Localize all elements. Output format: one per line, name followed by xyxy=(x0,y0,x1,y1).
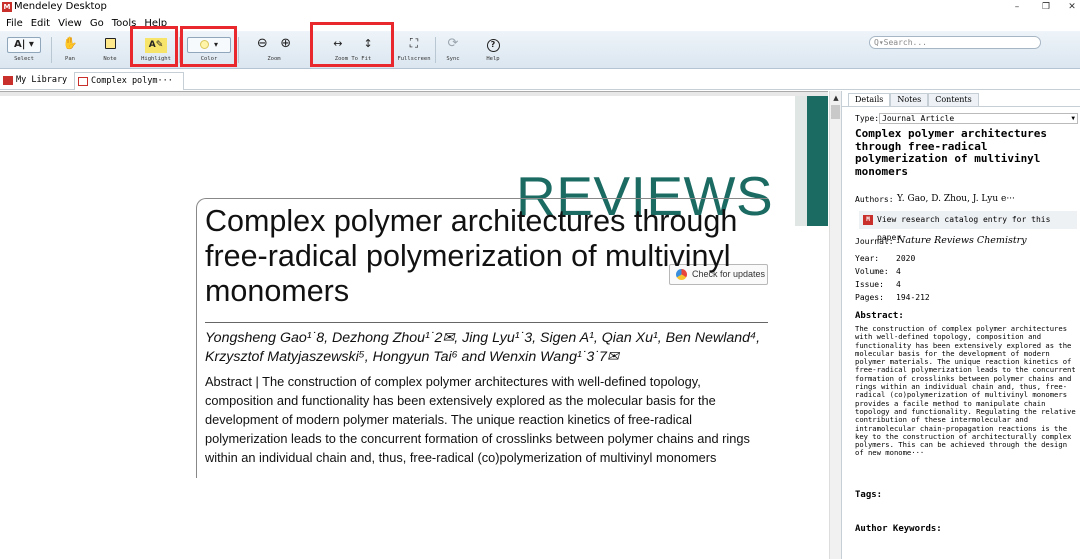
window-title: Mendeley Desktop xyxy=(14,1,107,12)
fullscreen-button[interactable]: ⛶ Fullscreen xyxy=(396,35,432,65)
search-input[interactable]: Q▾Search... xyxy=(869,36,1041,49)
toolbar-separator xyxy=(51,37,52,63)
details-title[interactable]: Complex polymer architectures through fr… xyxy=(855,127,1077,178)
tab-details[interactable]: Details xyxy=(848,93,891,106)
type-select[interactable]: Journal Article ▼ xyxy=(879,113,1078,124)
pages-label: Pages: xyxy=(855,293,884,302)
mendeley-logo-icon: M xyxy=(863,215,873,225)
volume-value[interactable]: 4 xyxy=(896,267,901,276)
abstract-value[interactable]: The construction of complex polymer arch… xyxy=(855,324,1079,458)
help-icon: ? xyxy=(480,35,506,52)
tabs-divider xyxy=(842,106,1080,107)
details-panel: Details Notes Contents Type: Journal Art… xyxy=(841,91,1080,559)
toolbar-separator xyxy=(435,37,436,63)
pan-button[interactable]: ✋ Pan xyxy=(57,35,83,65)
menu-edit[interactable]: Edit xyxy=(27,16,54,31)
authors-value[interactable]: Y. Gao, D. Zhou, J. Lyu e··· xyxy=(897,194,1015,204)
library-icon xyxy=(3,76,13,85)
type-value: Journal Article xyxy=(882,114,955,123)
abstract-label: Abstract: xyxy=(855,311,904,321)
journal-label: Journal: xyxy=(855,237,894,246)
zoom-in-icon[interactable]: ⊕ xyxy=(280,36,291,51)
type-label: Type: xyxy=(855,114,880,123)
article-title: Complex polymer architectures through fr… xyxy=(205,204,738,308)
page-top-edge xyxy=(0,92,828,96)
scroll-up-icon[interactable]: ▲ xyxy=(831,93,841,103)
research-catalog-link[interactable]: M View research catalog entry for this p… xyxy=(859,211,1077,242)
journal-value[interactable]: Nature Reviews Chemistry xyxy=(897,235,1027,246)
tab-bar: My Library Complex polym··· ✕ xyxy=(0,70,1080,102)
viewer-scrollbar[interactable]: ▲ xyxy=(829,91,841,559)
zoom-to-fit-annotation-box xyxy=(310,22,394,67)
title-bar: M Mendeley Desktop – ❐ ✕ xyxy=(0,0,1080,16)
menu-view[interactable]: View xyxy=(54,16,86,31)
close-button[interactable]: ✕ xyxy=(1062,0,1080,14)
tab-notes[interactable]: Notes xyxy=(890,93,929,106)
details-tabs: Details Notes Contents xyxy=(848,93,979,106)
tags-label: Tags: xyxy=(855,490,883,500)
sync-label: Sync xyxy=(446,56,460,62)
zoom-icons: ⊖ ⊕ xyxy=(244,35,304,52)
article-abstract: Abstract | The construction of complex p… xyxy=(205,374,750,465)
toolbar-separator xyxy=(238,37,239,63)
note-button[interactable]: Note xyxy=(97,35,123,65)
page-margin-strip xyxy=(795,96,807,226)
sync-icon: ⟳ xyxy=(447,36,459,51)
pages-value[interactable]: 194-212 xyxy=(896,293,930,302)
sync-button[interactable]: ⟳ Sync xyxy=(440,35,466,65)
tab-document-label: Complex polym··· xyxy=(91,76,173,86)
color-annotation-box xyxy=(180,26,237,67)
journal-color-strip xyxy=(807,96,828,226)
volume-label: Volume: xyxy=(855,267,889,276)
note-label: Note xyxy=(103,56,117,62)
hand-icon: ✋ xyxy=(62,36,78,50)
scroll-thumb[interactable] xyxy=(831,105,840,119)
zoom-out-icon[interactable]: ⊖ xyxy=(257,36,268,51)
select-button[interactable]: A| ▾ Select xyxy=(4,35,44,65)
tab-document[interactable]: Complex polym··· ✕ xyxy=(74,72,184,102)
year-value[interactable]: 2020 xyxy=(896,254,915,263)
author-keywords-label: Author Keywords: xyxy=(855,524,942,534)
highlight-annotation-box xyxy=(130,26,178,67)
mendeley-logo-icon: M xyxy=(2,2,12,12)
fullscreen-icon: ⛶ xyxy=(409,36,419,50)
note-icon xyxy=(97,35,123,52)
tab-contents[interactable]: Contents xyxy=(928,93,979,106)
tab-my-library-label: My Library xyxy=(16,75,68,85)
zoom-group: ⊖ ⊕ Zoom xyxy=(244,35,304,65)
menu-go[interactable]: Go xyxy=(86,16,108,31)
title-divider xyxy=(205,322,768,323)
fullscreen-label: Fullscreen xyxy=(397,56,431,62)
tab-my-library[interactable]: My Library xyxy=(0,72,72,90)
text-select-icon: A| ▾ xyxy=(4,35,44,53)
issue-label: Issue: xyxy=(855,280,884,289)
authors-label: Authors: xyxy=(855,195,894,204)
help-button[interactable]: ? Help xyxy=(480,35,506,65)
minimize-button[interactable]: – xyxy=(1007,0,1027,14)
issue-value[interactable]: 4 xyxy=(896,280,901,289)
dropdown-arrow-icon: ▼ xyxy=(1071,115,1075,122)
help-label: Help xyxy=(486,56,500,62)
select-label: Select xyxy=(14,56,34,62)
zoom-label: Zoom xyxy=(267,56,281,62)
menu-file[interactable]: File xyxy=(2,16,27,31)
pan-label: Pan xyxy=(65,56,75,62)
authors-text: Yongsheng Gao¹˙8, Dezhong Zhou¹˙2✉, Jing… xyxy=(205,330,761,365)
pdf-icon xyxy=(78,77,88,86)
year-label: Year: xyxy=(855,254,880,263)
article-authors: Yongsheng Gao¹˙8, Dezhong Zhou¹˙2✉, Jing… xyxy=(205,329,768,367)
restore-button[interactable]: ❐ xyxy=(1036,0,1056,14)
